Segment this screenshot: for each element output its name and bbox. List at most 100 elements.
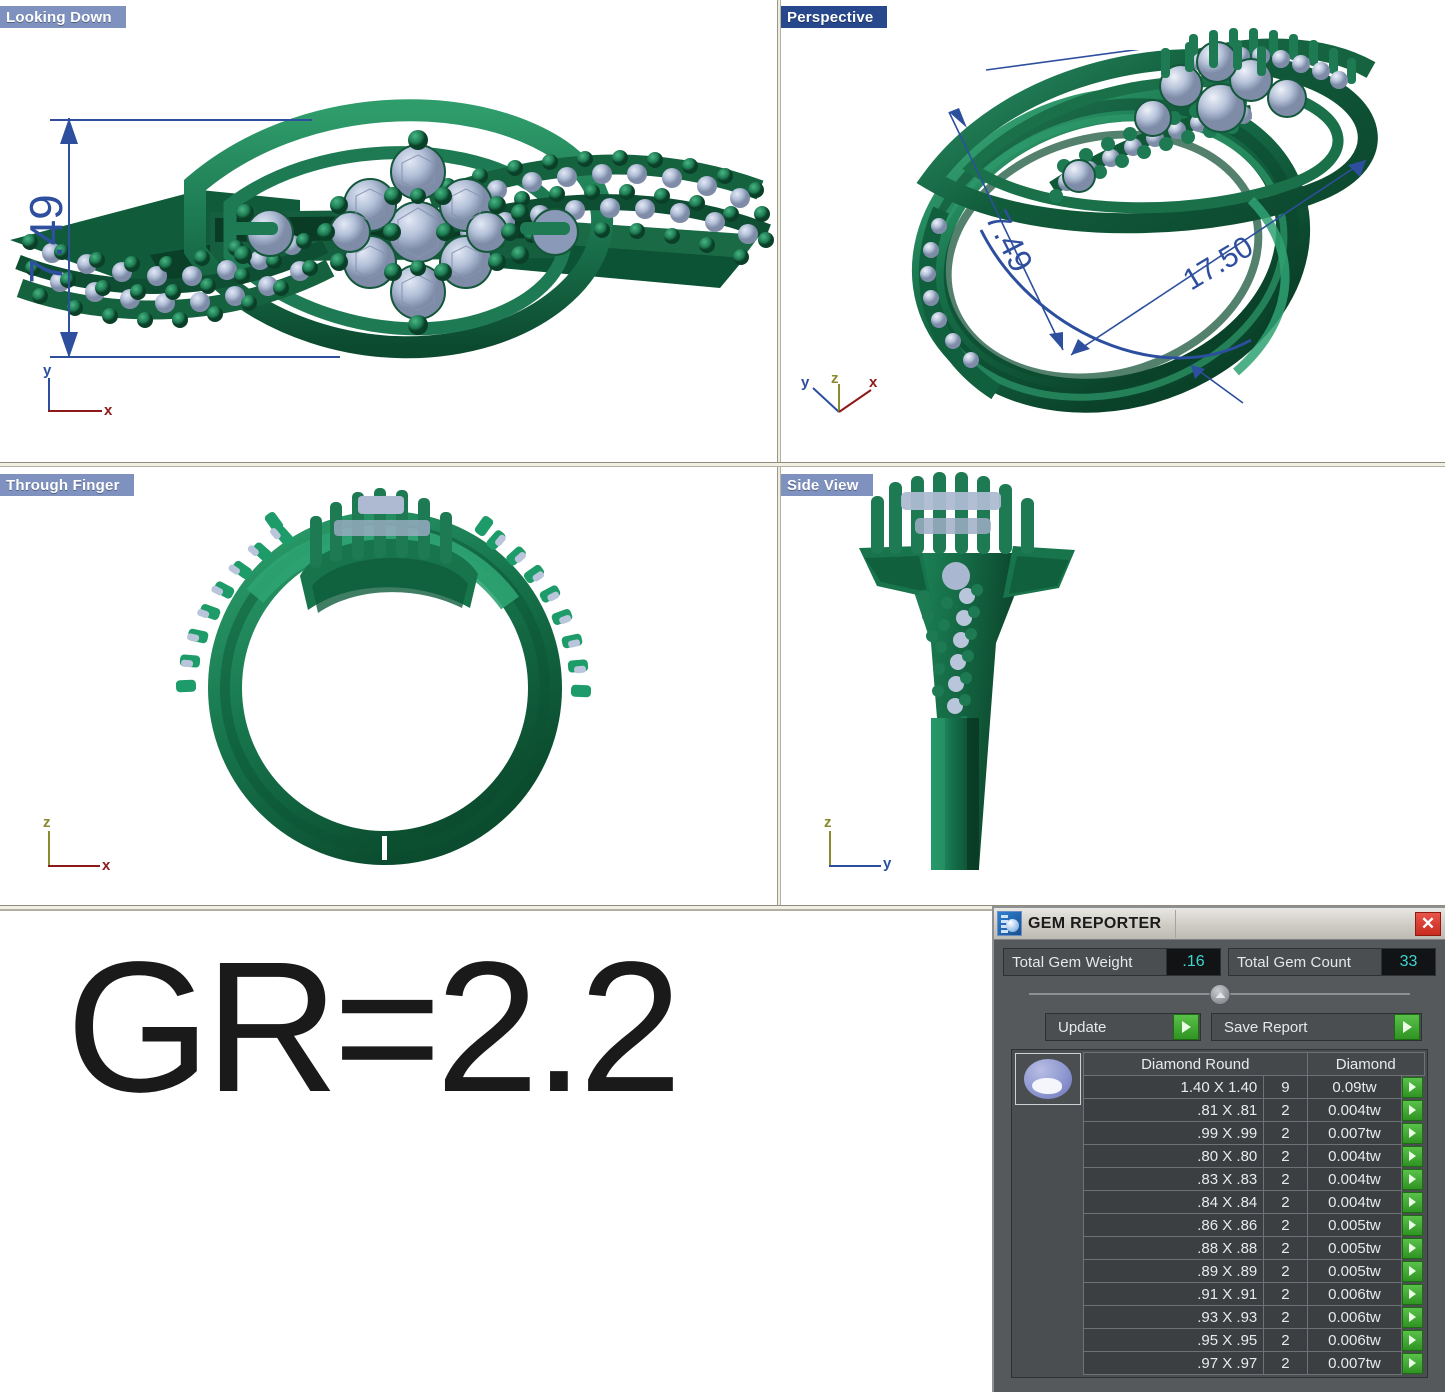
cell-diamond-size: 1.40 X 1.40	[1084, 1076, 1264, 1099]
cell-quantity: 2	[1264, 1122, 1307, 1145]
gem-reporter-titlebar[interactable]: GEM REPORTER ✕	[994, 908, 1445, 940]
table-header-row: Diamond Round Diamond	[1084, 1053, 1425, 1076]
table-row[interactable]: .81 X .8120.004tw	[1084, 1099, 1425, 1122]
cell-action	[1402, 1145, 1425, 1168]
gem-table-container: Diamond Round Diamond 1.40 X 1.4090.09tw…	[1011, 1049, 1428, 1378]
viewport-divider-horizontal	[0, 462, 1445, 467]
titlebar-filler	[1175, 910, 1415, 938]
table-row[interactable]: .91 X .9120.006tw	[1084, 1283, 1425, 1306]
cell-action	[1402, 1306, 1425, 1329]
row-play-arrow-icon[interactable]	[1402, 1192, 1423, 1213]
viewport-through-finger[interactable]: 17.50 z x Through Finger	[0, 468, 779, 910]
total-gem-count-field: Total Gem Count 33	[1228, 948, 1436, 976]
row-play-arrow-icon[interactable]	[1402, 1215, 1423, 1236]
row-play-arrow-icon[interactable]	[1402, 1330, 1423, 1351]
cell-quantity: 2	[1264, 1283, 1307, 1306]
viewport-perspective[interactable]: 7.49 17.50 y z x	[781, 0, 1445, 464]
cell-quantity: 2	[1264, 1329, 1307, 1352]
row-play-arrow-icon[interactable]	[1402, 1077, 1423, 1098]
cell-diamond-size: .81 X .81	[1084, 1099, 1264, 1122]
cad-jewelry-workspace: 7.49 y x Looking Down	[0, 0, 1445, 1392]
row-play-arrow-icon[interactable]	[1402, 1100, 1423, 1121]
row-play-arrow-icon[interactable]	[1402, 1123, 1423, 1144]
gr-annotation: GR=2.2	[66, 938, 676, 1118]
cell-quantity: 2	[1264, 1237, 1307, 1260]
close-icon[interactable]: ✕	[1415, 912, 1441, 936]
total-gem-count-value: 33	[1381, 949, 1435, 975]
cell-total-weight: 0.006tw	[1307, 1306, 1402, 1329]
viewport-label-looking-down[interactable]: Looking Down	[0, 6, 126, 28]
column-header-diamond-round: Diamond Round	[1084, 1053, 1308, 1076]
cell-total-weight: 0.007tw	[1307, 1352, 1402, 1375]
diamond-thumbnail	[1015, 1053, 1081, 1105]
row-play-arrow-icon[interactable]	[1402, 1284, 1423, 1305]
table-row[interactable]: .88 X .8820.005tw	[1084, 1237, 1425, 1260]
table-row[interactable]: .95 X .9520.006tw	[1084, 1329, 1425, 1352]
viewport-side-view[interactable]: 1.60 z y Side View	[781, 468, 1445, 910]
table-row[interactable]: .99 X .9920.007tw	[1084, 1122, 1425, 1145]
axis-label-x: x	[869, 374, 877, 391]
slider-thumb-collapse-icon[interactable]	[1209, 984, 1230, 1005]
table-row[interactable]: .84 X .8420.004tw	[1084, 1191, 1425, 1214]
viewport-looking-down[interactable]: 7.49 y x Looking Down	[0, 0, 779, 464]
table-row[interactable]: 1.40 X 1.4090.09tw	[1084, 1076, 1425, 1099]
cell-action	[1402, 1283, 1425, 1306]
cell-diamond-size: .83 X .83	[1084, 1168, 1264, 1191]
cell-quantity: 2	[1264, 1306, 1307, 1329]
cell-action	[1402, 1352, 1425, 1375]
cell-diamond-size: .99 X .99	[1084, 1122, 1264, 1145]
save-report-button[interactable]: Save Report	[1211, 1013, 1422, 1041]
table-row[interactable]: .93 X .9320.006tw	[1084, 1306, 1425, 1329]
cell-total-weight: 0.004tw	[1307, 1168, 1402, 1191]
axis-label-y: y	[43, 362, 51, 379]
gem-action-buttons: Update Save Report	[1045, 1013, 1422, 1041]
row-play-arrow-icon[interactable]	[1402, 1261, 1423, 1282]
cell-action	[1402, 1329, 1425, 1352]
panel-slider[interactable]	[1029, 981, 1410, 1007]
table-row[interactable]: .83 X .8320.004tw	[1084, 1168, 1425, 1191]
update-button[interactable]: Update	[1045, 1013, 1201, 1041]
cell-action	[1402, 1122, 1425, 1145]
play-arrow-icon[interactable]	[1394, 1014, 1420, 1040]
table-row[interactable]: .89 X .8920.005tw	[1084, 1260, 1425, 1283]
table-row[interactable]: .97 X .9720.007tw	[1084, 1352, 1425, 1375]
axis-label-z: z	[824, 814, 832, 831]
gem-reporter-body: Total Gem Weight .16 Total Gem Count 33 …	[994, 940, 1445, 1378]
cell-total-weight: 0.09tw	[1307, 1076, 1402, 1099]
cell-action	[1402, 1099, 1425, 1122]
gem-reporter-icon	[997, 911, 1022, 936]
cell-diamond-size: .97 X .97	[1084, 1352, 1264, 1375]
row-play-arrow-icon[interactable]	[1402, 1353, 1423, 1374]
total-gem-weight-value: .16	[1166, 949, 1220, 975]
row-play-arrow-icon[interactable]	[1402, 1146, 1423, 1167]
axis-gizmo-perspective: y z x	[799, 372, 879, 420]
cell-quantity: 2	[1264, 1145, 1307, 1168]
cell-diamond-size: .93 X .93	[1084, 1306, 1264, 1329]
axis-label-y: y	[801, 374, 809, 391]
viewport-label-through-finger[interactable]: Through Finger	[0, 474, 134, 496]
total-gem-count-label: Total Gem Count	[1229, 949, 1381, 975]
axis-label-z: z	[43, 814, 51, 831]
gem-reporter-title: GEM REPORTER	[1028, 915, 1171, 933]
total-gem-weight-field: Total Gem Weight .16	[1003, 948, 1221, 976]
axis-gizmo-through-finger: z x	[38, 823, 108, 875]
table-row[interactable]: .80 X .8020.004tw	[1084, 1145, 1425, 1168]
save-report-button-label: Save Report	[1212, 1019, 1394, 1036]
row-play-arrow-icon[interactable]	[1402, 1169, 1423, 1190]
table-row[interactable]: .86 X .8620.005tw	[1084, 1214, 1425, 1237]
cell-total-weight: 0.006tw	[1307, 1283, 1402, 1306]
row-play-arrow-icon[interactable]	[1402, 1238, 1423, 1259]
play-arrow-icon[interactable]	[1173, 1014, 1199, 1040]
row-play-arrow-icon[interactable]	[1402, 1307, 1423, 1328]
cell-action	[1402, 1076, 1425, 1099]
diamond-icon	[1024, 1059, 1072, 1099]
cell-diamond-size: .95 X .95	[1084, 1329, 1264, 1352]
axis-label-x: x	[104, 402, 112, 419]
viewport-label-perspective[interactable]: Perspective	[781, 6, 887, 28]
viewport-label-side-view[interactable]: Side View	[781, 474, 873, 496]
cell-quantity: 9	[1264, 1076, 1307, 1099]
axis-label-y: y	[883, 855, 891, 872]
total-gem-weight-label: Total Gem Weight	[1004, 949, 1166, 975]
ring-render-through-finger	[0, 468, 779, 910]
cell-diamond-size: .91 X .91	[1084, 1283, 1264, 1306]
